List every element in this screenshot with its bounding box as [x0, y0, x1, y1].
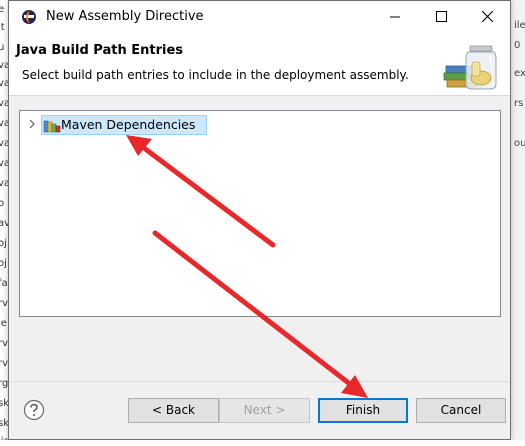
background-app-bottom	[0, 440, 525, 446]
maximize-button[interactable]	[418, 1, 464, 32]
window-title: New Assembly Directive	[46, 9, 204, 24]
close-icon	[481, 10, 493, 23]
title-bar: New Assembly Directive	[9, 1, 510, 33]
library-jar-icon	[443, 45, 497, 90]
close-button[interactable]	[464, 1, 510, 32]
wizard-banner: Java Build Path Entries Select build pat…	[9, 33, 510, 96]
minimize-button[interactable]	[372, 1, 418, 32]
banner-description: Select build path entries to include in …	[22, 68, 409, 82]
assembly-directive-dialog: New Assembly Directive Java Build Path E…	[8, 0, 511, 440]
chevron-right-icon[interactable]	[27, 118, 37, 130]
next-button[interactable]: Next >	[219, 398, 310, 423]
build-path-entries-list[interactable]: Maven Dependencies	[19, 110, 501, 317]
library-icon	[43, 120, 61, 133]
background-app-right: ile0exrsou	[510, 0, 525, 446]
banner-title: Java Build Path Entries	[16, 43, 184, 58]
back-button[interactable]: < Back	[128, 398, 219, 423]
minimize-icon	[389, 16, 400, 18]
maximize-icon	[435, 11, 447, 22]
help-icon[interactable]	[23, 399, 45, 421]
eclipse-icon	[22, 10, 36, 24]
tree-item-label: Maven Dependencies	[61, 117, 196, 132]
footer-divider	[9, 381, 510, 382]
tree-item-maven-dependencies[interactable]: Maven Dependencies	[20, 114, 220, 136]
cancel-button[interactable]: Cancel	[416, 398, 506, 423]
finish-button[interactable]: Finish	[318, 398, 408, 423]
tree-item-selection: Maven Dependencies	[41, 115, 207, 135]
